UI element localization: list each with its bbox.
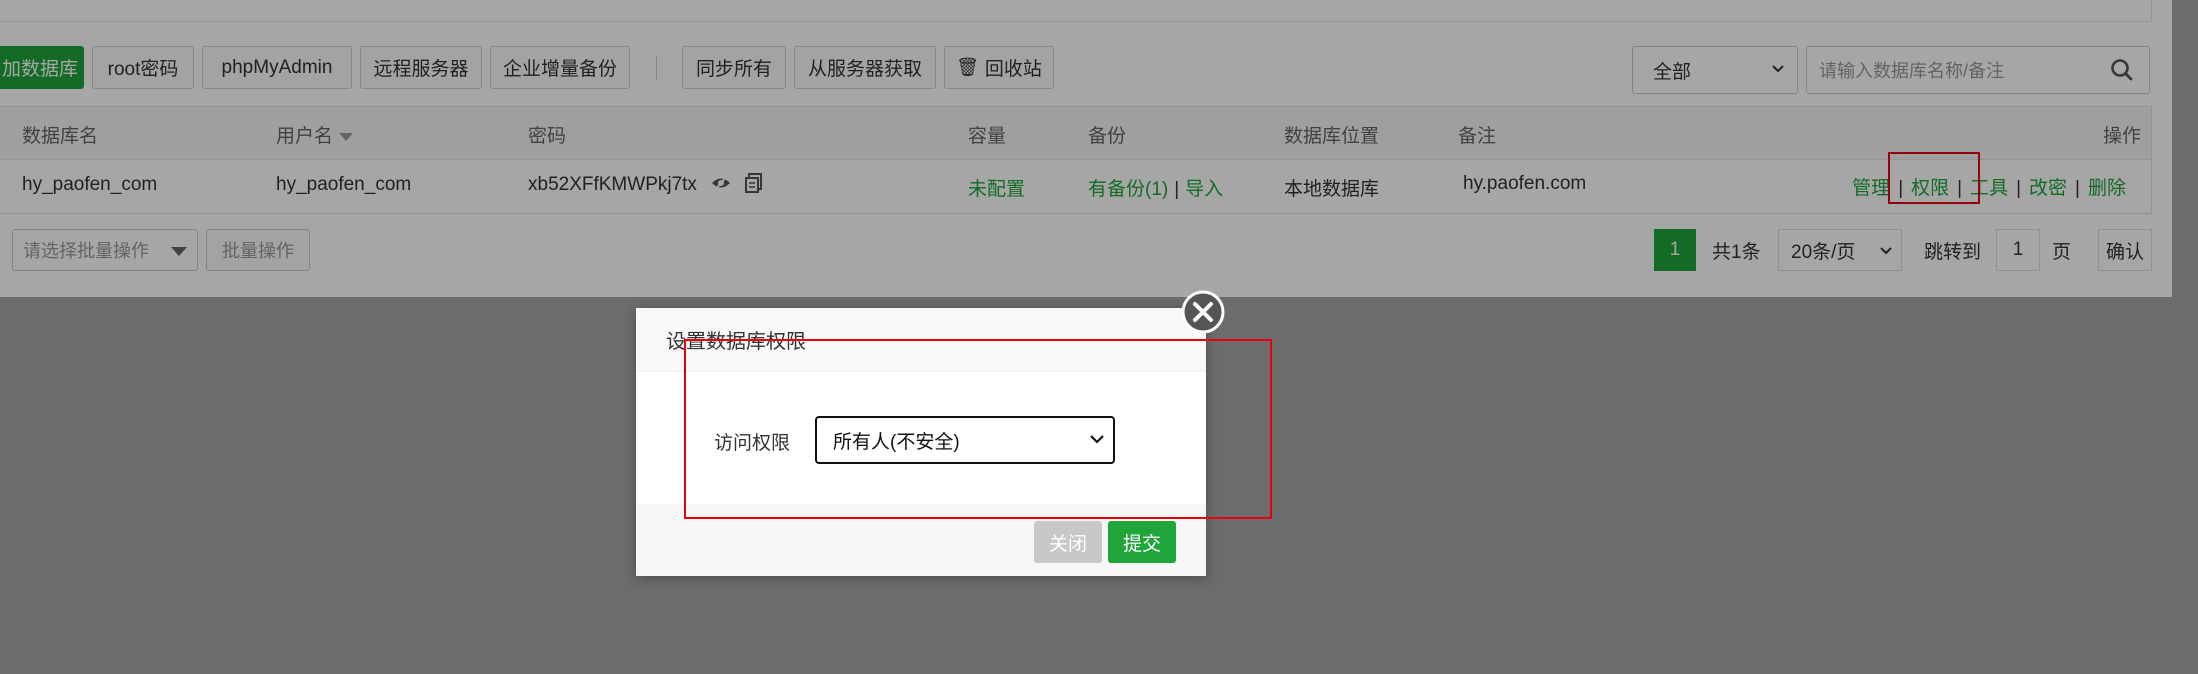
highlight-permission-field [684,339,1272,519]
dialog-close-button[interactable]: 关闭 [1034,521,1102,563]
close-icon[interactable] [1181,290,1225,334]
dialog-submit-button[interactable]: 提交 [1108,521,1176,563]
